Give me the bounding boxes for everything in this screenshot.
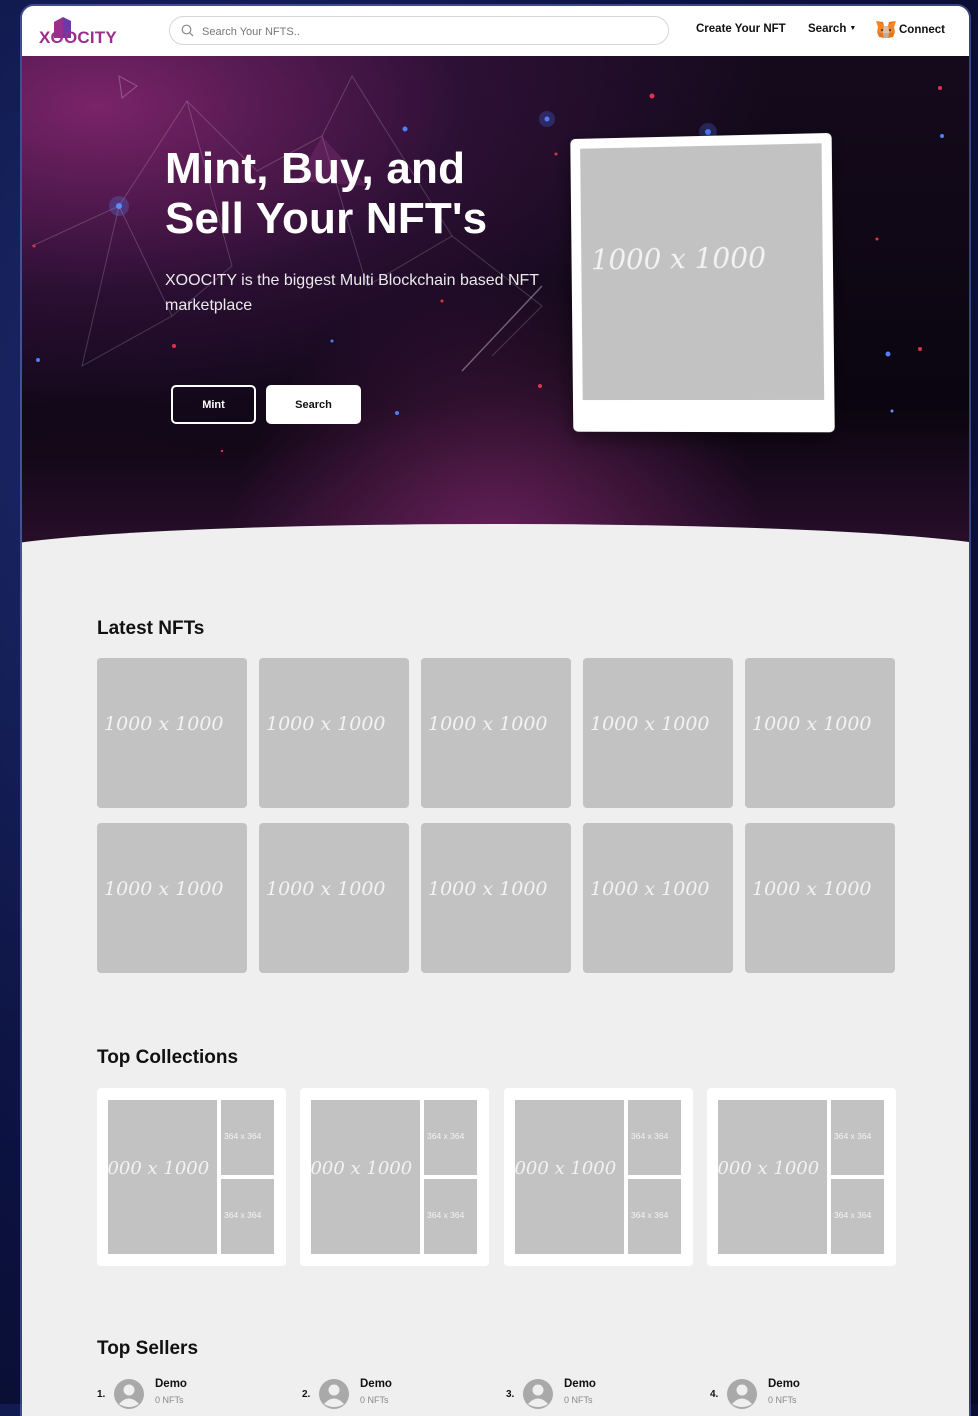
placeholder-text: 1000 x 1000 bbox=[590, 878, 710, 900]
search-icon bbox=[181, 24, 194, 37]
caret-down-icon: ▼ bbox=[849, 25, 857, 32]
collection-thumb: 364 x 364 bbox=[831, 1179, 884, 1254]
collection-main-image: 1000 x 1000 bbox=[515, 1100, 624, 1254]
placeholder-text: 1000 x 1000 bbox=[515, 1158, 617, 1179]
connect-wallet-button[interactable]: Connect bbox=[875, 20, 945, 40]
hero-nft-frame: 1000 x 1000 bbox=[570, 132, 835, 433]
placeholder-text: 1000 x 1000 bbox=[428, 713, 548, 735]
placeholder-text: 364 x 364 bbox=[427, 1210, 465, 1220]
placeholder-text: 1000 x 1000 bbox=[266, 878, 386, 900]
collection-thumb: 364 x 364 bbox=[831, 1100, 884, 1175]
avatar-icon bbox=[727, 1379, 757, 1409]
placeholder-text: 1000 x 1000 bbox=[428, 878, 548, 900]
collection-card[interactable]: 1000 x 1000 364 x 364 364 x 364 bbox=[97, 1088, 286, 1266]
search-bar[interactable] bbox=[169, 16, 669, 45]
placeholder-text: 1000 x 1000 bbox=[104, 878, 224, 900]
seller-rank: 2. bbox=[302, 1389, 311, 1400]
collection-thumb: 364 x 364 bbox=[221, 1179, 274, 1254]
placeholder-text: 1000 x 1000 bbox=[752, 878, 872, 900]
avatar-icon bbox=[114, 1379, 144, 1409]
seller-name: Demo bbox=[768, 1378, 800, 1390]
nav-search-label: Search bbox=[808, 23, 847, 35]
nft-card[interactable]: 1000 x 1000 bbox=[745, 823, 895, 973]
collection-main-image: 1000 x 1000 bbox=[311, 1100, 420, 1254]
placeholder-text: 1000 x 1000 bbox=[266, 713, 386, 735]
mint-button[interactable]: Mint bbox=[171, 385, 256, 424]
logo-text: XOOCITY bbox=[39, 28, 117, 47]
hero-subtitle: XOOCITY is the biggest Multi Blockchain … bbox=[165, 272, 539, 314]
top-navbar: XOOCITY Create Your NFT Search▼ bbox=[22, 6, 969, 56]
hero-title: Mint, Buy, and Sell Your NFT's bbox=[165, 144, 488, 243]
collection-card[interactable]: 1000 x 1000 364 x 364 364 x 364 bbox=[300, 1088, 489, 1266]
latest-nfts-title: Latest NFTs bbox=[97, 618, 205, 639]
placeholder-text: 1000 x 1000 bbox=[104, 713, 224, 735]
seller-name: Demo bbox=[564, 1378, 596, 1390]
top-collections-row: 1000 x 1000 364 x 364 364 x 364 1000 x 1… bbox=[97, 1088, 897, 1266]
placeholder-text: 364 x 364 bbox=[834, 1131, 872, 1141]
placeholder-text: 1000 x 1000 bbox=[590, 241, 767, 277]
placeholder-text: 1000 x 1000 bbox=[311, 1158, 413, 1179]
placeholder-text: 1000 x 1000 bbox=[590, 713, 710, 735]
seller-item[interactable]: 3. Demo 0 NFTs bbox=[506, 1376, 696, 1416]
avatar-icon bbox=[523, 1379, 553, 1409]
nft-card[interactable]: 1000 x 1000 bbox=[745, 658, 895, 808]
collection-thumb: 364 x 364 bbox=[628, 1179, 681, 1254]
hero-search-button[interactable]: Search bbox=[266, 385, 361, 424]
nft-card[interactable]: 1000 x 1000 bbox=[583, 658, 733, 808]
seller-name: Demo bbox=[155, 1378, 187, 1390]
connect-label: Connect bbox=[899, 24, 945, 36]
placeholder-text: 364 x 364 bbox=[834, 1210, 872, 1220]
nav-search-dropdown[interactable]: Search ▼ bbox=[808, 23, 856, 35]
seller-item[interactable]: 1. Demo 0 NFTs bbox=[97, 1376, 287, 1416]
top-collections-title: Top Collections bbox=[97, 1047, 239, 1068]
metamask-fox-icon bbox=[876, 21, 896, 38]
seller-item[interactable]: 2. Demo 0 NFTs bbox=[302, 1376, 492, 1416]
collection-thumb: 364 x 364 bbox=[221, 1100, 274, 1175]
collection-thumb: 364 x 364 bbox=[628, 1100, 681, 1175]
placeholder-text: 364 x 364 bbox=[224, 1131, 262, 1141]
hero-image-placeholder: 1000 x 1000 bbox=[580, 143, 825, 401]
collection-main-image: 1000 x 1000 bbox=[108, 1100, 217, 1254]
placeholder-text: 364 x 364 bbox=[631, 1210, 669, 1220]
seller-rank: 4. bbox=[710, 1389, 719, 1400]
nft-card[interactable]: 1000 x 1000 bbox=[421, 823, 571, 973]
nft-card[interactable]: 1000 x 1000 bbox=[259, 658, 409, 808]
hero-banner: Mint, Buy, and Sell Your NFT's XOOCITY i… bbox=[22, 56, 969, 556]
seller-name: Demo bbox=[360, 1378, 392, 1390]
placeholder-text: 364 x 364 bbox=[224, 1210, 262, 1220]
nft-card[interactable]: 1000 x 1000 bbox=[259, 823, 409, 973]
nft-card[interactable]: 1000 x 1000 bbox=[97, 658, 247, 808]
placeholder-text: 364 x 364 bbox=[427, 1131, 465, 1141]
nft-card[interactable]: 1000 x 1000 bbox=[421, 658, 571, 808]
top-sellers-title: Top Sellers bbox=[97, 1338, 199, 1359]
avatar-icon bbox=[319, 1379, 349, 1409]
nft-card[interactable]: 1000 x 1000 bbox=[97, 823, 247, 973]
seller-rank: 1. bbox=[97, 1389, 106, 1400]
placeholder-text: 364 x 364 bbox=[631, 1131, 669, 1141]
collection-main-image: 1000 x 1000 bbox=[718, 1100, 827, 1254]
placeholder-text: 1000 x 1000 bbox=[718, 1158, 820, 1179]
seller-item[interactable]: 4. Demo 0 NFTs bbox=[710, 1376, 900, 1416]
seller-rank: 3. bbox=[506, 1389, 515, 1400]
top-sellers-row: 1. Demo 0 NFTs 2. Demo 0 NFTs 3. Demo 0 … bbox=[97, 1376, 897, 1416]
collection-thumb: 364 x 364 bbox=[424, 1100, 477, 1175]
collection-thumb: 364 x 364 bbox=[424, 1179, 477, 1254]
collection-card[interactable]: 1000 x 1000 364 x 364 364 x 364 bbox=[504, 1088, 693, 1266]
search-input[interactable] bbox=[200, 21, 654, 42]
latest-nfts-grid: 1000 x 1000 1000 x 1000 1000 x 1000 1000… bbox=[97, 658, 897, 973]
nft-card[interactable]: 1000 x 1000 bbox=[583, 823, 733, 973]
placeholder-text: 1000 x 1000 bbox=[108, 1158, 210, 1179]
site-logo[interactable]: XOOCITY bbox=[37, 17, 117, 47]
collection-card[interactable]: 1000 x 1000 364 x 364 364 x 364 bbox=[707, 1088, 896, 1266]
page: XOOCITY Create Your NFT Search▼ bbox=[22, 6, 969, 1416]
nav-create-nft[interactable]: Create Your NFT bbox=[696, 23, 786, 35]
placeholder-text: 1000 x 1000 bbox=[752, 713, 872, 735]
